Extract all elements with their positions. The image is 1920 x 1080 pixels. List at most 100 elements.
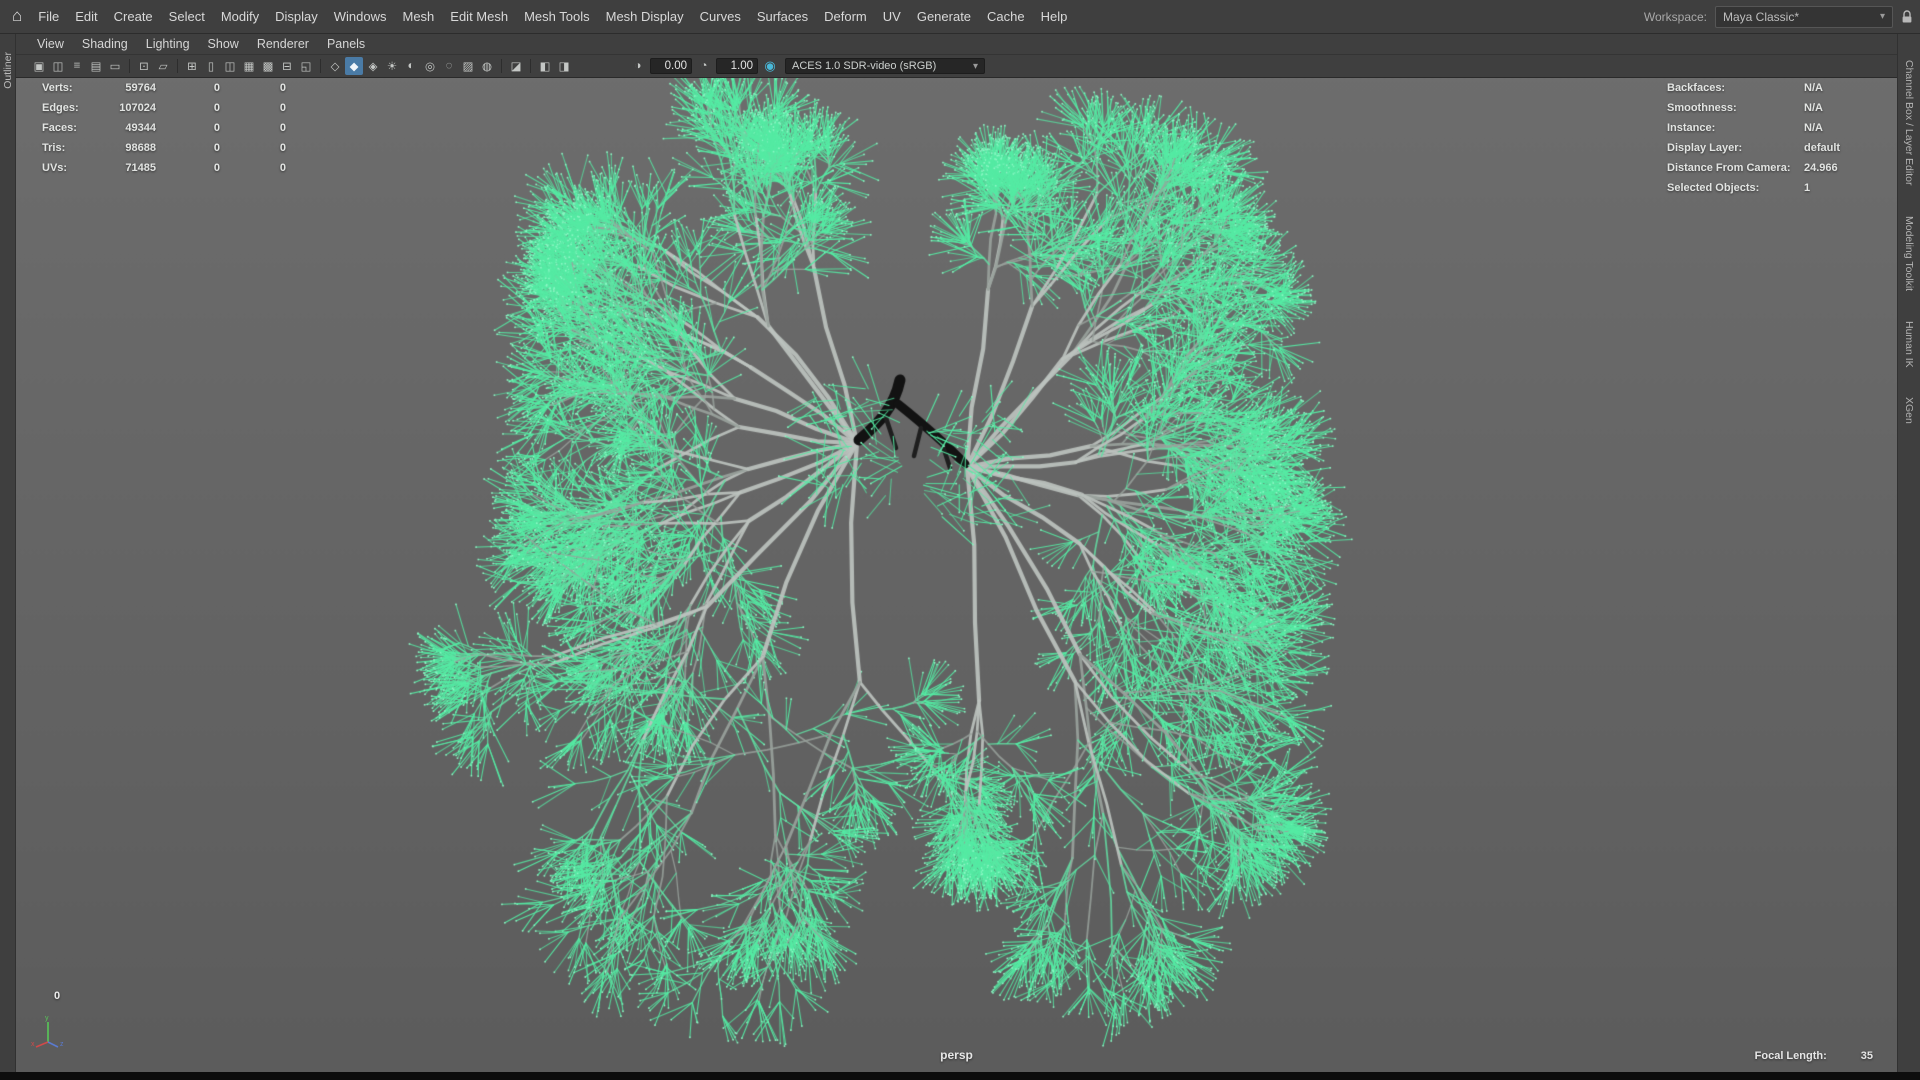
- menu-item[interactable]: Modify: [213, 0, 267, 33]
- hud-detail-value: 1: [1804, 182, 1811, 194]
- gate-mask-icon[interactable]: ▦: [240, 57, 258, 75]
- motion-blur-icon[interactable]: ◌: [440, 57, 458, 75]
- hud-stat-value: 98688: [125, 142, 156, 154]
- panel-menu-item[interactable]: View: [28, 37, 73, 51]
- home-icon[interactable]: ⌂: [6, 6, 30, 28]
- workspace-area: Workspace: Maya Classic* ▾: [1644, 5, 1920, 28]
- menu-item[interactable]: Help: [1033, 0, 1076, 33]
- main-menubar: ⌂ File Edit Create Select Modify Display Windo…: [0, 0, 1920, 34]
- right-sidebar: Channel Box / Layer Editor Modeling Toolk…: [1897, 34, 1920, 1072]
- smooth-shade-icon[interactable]: ◆: [345, 57, 363, 75]
- toolbar-separator: [501, 59, 502, 73]
- exposure-icon[interactable]: ◑: [629, 57, 647, 75]
- maya-window: ⌂ File Edit Create Select Modify Display Windo…: [0, 0, 1920, 1080]
- toolbar-separator: [320, 59, 321, 73]
- hud-stat-label: Verts:: [42, 82, 73, 94]
- film-gate-icon[interactable]: ▯: [202, 57, 220, 75]
- grease-pencil-icon[interactable]: ▱: [154, 57, 172, 75]
- sidebar-tab[interactable]: Channel Box / Layer Editor: [1903, 60, 1915, 186]
- menu-item[interactable]: Deform: [816, 0, 875, 33]
- menu-item[interactable]: Create: [106, 0, 161, 33]
- hud-stat-col3: 0: [279, 82, 286, 94]
- image-plane-icon[interactable]: ▭: [106, 57, 124, 75]
- menu-item[interactable]: Mesh Display: [598, 0, 692, 33]
- menu-item[interactable]: UV: [875, 0, 909, 33]
- gamma-icon[interactable]: ◔: [695, 57, 713, 75]
- resolution-gate-icon[interactable]: ◫: [221, 57, 239, 75]
- view-transform-value: ACES 1.0 SDR-video (sRGB): [792, 60, 937, 72]
- toolbar-separator: [530, 59, 531, 73]
- left-sidebar: Outliner: [0, 34, 16, 1072]
- isolate-select-icon[interactable]: ◪: [507, 57, 525, 75]
- shadows-icon[interactable]: ◐: [402, 57, 420, 75]
- menu-item[interactable]: Select: [161, 0, 213, 33]
- menu-item[interactable]: Mesh Tools: [516, 0, 598, 33]
- bookmarks-icon[interactable]: ▤: [87, 57, 105, 75]
- panel-menu-item[interactable]: Panels: [318, 37, 374, 51]
- panel-menu-item[interactable]: Show: [199, 37, 248, 51]
- safe-title-icon[interactable]: ◱: [297, 57, 315, 75]
- menu-item[interactable]: Windows: [326, 0, 395, 33]
- hud-stat-label: Edges:: [42, 102, 79, 114]
- sidebar-tab[interactable]: Human IK: [1903, 321, 1915, 368]
- menu-item[interactable]: Mesh: [394, 0, 442, 33]
- x-ray-joints-icon[interactable]: ◨: [555, 57, 573, 75]
- sidebar-tab[interactable]: Modeling Toolkit: [1903, 216, 1915, 291]
- view-transform-dropdown[interactable]: ACES 1.0 SDR-video (sRGB) ▾: [785, 58, 985, 74]
- two-d-pan-zoom-icon[interactable]: ⊡: [135, 57, 153, 75]
- lock-camera-icon[interactable]: ◫: [49, 57, 67, 75]
- lock-icon[interactable]: [1901, 9, 1913, 24]
- hud-stat-col2: 0: [213, 102, 220, 114]
- hud-poly-count: Verts: 59764 0 0 Edges: 107024 0 0 Faces…: [42, 78, 286, 178]
- hud-focal-value: 35: [1860, 1050, 1873, 1062]
- depth-of-field-icon[interactable]: ◍: [478, 57, 496, 75]
- color-management-icon[interactable]: ◉: [761, 57, 779, 75]
- hud-stat-col3: 0: [279, 142, 286, 154]
- pan-zoom-group: ⊡ ▱: [135, 57, 172, 75]
- workspace-selector[interactable]: Maya Classic* ▾: [1715, 5, 1893, 28]
- gates-group: ⊞ ▯ ◫ ▦ ▩ ⊟ ◱: [183, 57, 315, 75]
- menu-item[interactable]: Edit Mesh: [442, 0, 516, 33]
- isolate-group: ◪: [507, 57, 525, 75]
- viewport-canvas[interactable]: [16, 78, 1897, 1072]
- chevron-down-icon: ▾: [972, 60, 978, 72]
- menu-item[interactable]: Cache: [979, 0, 1033, 33]
- menu-item[interactable]: Edit: [67, 0, 105, 33]
- gamma-field[interactable]: 1.00: [716, 58, 758, 74]
- hud-stat-col3: 0: [279, 122, 286, 134]
- axis-y-label: y: [45, 1015, 49, 1022]
- anti-aliasing-icon[interactable]: ▨: [459, 57, 477, 75]
- field-chart-icon[interactable]: ▩: [259, 57, 277, 75]
- hud-stat-value: 71485: [125, 162, 156, 174]
- panel-menu-item[interactable]: Lighting: [137, 37, 199, 51]
- menu-item[interactable]: Curves: [692, 0, 749, 33]
- textured-icon[interactable]: ◈: [364, 57, 382, 75]
- grid-icon[interactable]: ⊞: [183, 57, 201, 75]
- wireframe-icon[interactable]: ◇: [326, 57, 344, 75]
- view-axis-gizmo[interactable]: y x z: [30, 1014, 66, 1050]
- panel-menu-item[interactable]: Renderer: [248, 37, 318, 51]
- hud-stat-value: 49344: [125, 122, 156, 134]
- camera-attributes-icon[interactable]: ≡: [68, 57, 86, 75]
- exposure-field[interactable]: 0.00: [650, 58, 692, 74]
- menu-item[interactable]: Surfaces: [749, 0, 816, 33]
- screen-space-ao-icon[interactable]: ◎: [421, 57, 439, 75]
- sidebar-tab[interactable]: XGen: [1903, 397, 1915, 424]
- xray-group: ◧ ◨: [536, 57, 573, 75]
- menu-item[interactable]: File: [30, 0, 67, 33]
- axis-x-label: x: [31, 1041, 35, 1048]
- hud-stat-label: Tris:: [42, 142, 66, 154]
- hud-stat-col3: 0: [279, 102, 286, 114]
- hud-detail-label: Distance From Camera:: [1667, 162, 1791, 174]
- select-camera-icon[interactable]: ▣: [30, 57, 48, 75]
- x-ray-icon[interactable]: ◧: [536, 57, 554, 75]
- sidebar-tab-outliner[interactable]: Outliner: [2, 52, 14, 89]
- viewport-toolbar: ▣ ◫ ≡ ▤ ▭ ⊡ ▱ ⊞ ▯ ◫ ▦ ▩ ⊟ ◱ ◇ ◆ ◈ ☀ ◐ ◎ ◌ ▨ ◍ ◪ ◧ ◨ ◑: [16, 55, 1897, 78]
- menu-item[interactable]: Generate: [909, 0, 979, 33]
- panel-menu-item[interactable]: Shading: [73, 37, 137, 51]
- hud-detail-label: Instance:: [1667, 122, 1716, 134]
- safe-action-icon[interactable]: ⊟: [278, 57, 296, 75]
- hud-detail-value: N/A: [1804, 122, 1823, 134]
- use-all-lights-icon[interactable]: ☀: [383, 57, 401, 75]
- menu-item[interactable]: Display: [267, 0, 326, 33]
